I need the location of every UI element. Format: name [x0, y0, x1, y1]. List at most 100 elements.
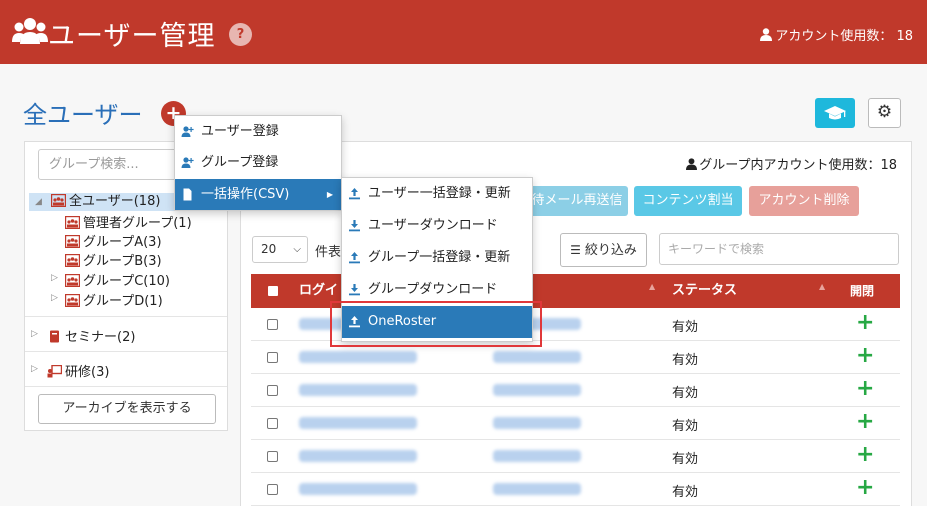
- tree-item-group-b[interactable]: グループB(3): [65, 250, 162, 269]
- keyword-search-input[interactable]: キーワードで検索: [659, 233, 899, 265]
- divider: [25, 351, 227, 352]
- divider: [25, 386, 227, 387]
- status-cell: 有効: [672, 452, 699, 467]
- expand-triangle-icon[interactable]: ▷: [31, 364, 38, 374]
- user-name-redacted: [493, 483, 581, 495]
- caret-right-icon: ▶: [326, 190, 333, 199]
- tree-item-label: グループC(10): [83, 274, 170, 289]
- upload-icon: [349, 188, 360, 200]
- resend-mail-button[interactable]: 待メール再送信: [526, 186, 628, 216]
- select-all-checkbox[interactable]: [268, 286, 278, 296]
- graduation-cap-button[interactable]: [815, 98, 855, 128]
- tree-item-seminar[interactable]: セミナー(2): [47, 326, 135, 345]
- menu-item-label: 一括操作(CSV): [201, 187, 290, 202]
- menu-item-label: ユーザー登録: [201, 124, 279, 139]
- per-page-select[interactable]: 20 ⌵: [252, 236, 308, 263]
- login-id-redacted: [299, 417, 417, 429]
- expand-plus-icon[interactable]: +: [856, 343, 874, 368]
- tree-item-group-a[interactable]: グループA(3): [65, 231, 162, 250]
- tree-item-label: 全ユーザー(18): [69, 194, 161, 209]
- book-icon: [50, 330, 59, 343]
- login-id-redacted: [299, 384, 417, 396]
- sort-icon: ▲: [819, 282, 826, 291]
- show-archive-button[interactable]: アーカイブを表示する: [38, 394, 216, 424]
- tree-item-label: グループD(1): [83, 294, 163, 309]
- user-name-redacted: [493, 384, 581, 396]
- file-icon: [183, 188, 192, 201]
- tree-item-admin-group[interactable]: 管理者グループ(1): [65, 212, 192, 231]
- delete-account-button[interactable]: アカウント削除: [749, 186, 859, 216]
- users-icon: [12, 18, 48, 44]
- expand-triangle-icon[interactable]: ▷: [51, 273, 58, 283]
- tree-item-label: セミナー(2): [65, 330, 136, 345]
- collapse-triangle-icon[interactable]: ◢: [35, 193, 42, 211]
- upload-icon: [349, 252, 360, 264]
- tree-item-training[interactable]: 研修(3): [47, 361, 109, 380]
- column-status[interactable]: ステータス: [672, 274, 737, 308]
- row-checkbox[interactable]: [267, 385, 278, 396]
- submenu-item-bulk-user-upload[interactable]: ユーザー一括登録・更新: [342, 178, 532, 210]
- status-cell: 有効: [672, 485, 699, 500]
- group-icon: [51, 194, 66, 207]
- tree-item-group-c[interactable]: グループC(10): [65, 270, 170, 289]
- menu-item-bulk-csv[interactable]: 一括操作(CSV) ▶: [175, 179, 341, 210]
- row-checkbox[interactable]: [267, 418, 278, 429]
- submenu-item-label: ユーザー一括登録・更新: [368, 186, 511, 201]
- submenu-item-label: グループダウンロード: [368, 282, 498, 297]
- menu-item-register-user[interactable]: ユーザー登録: [175, 116, 341, 147]
- submenu-item-label: グループ一括登録・更新: [368, 250, 511, 265]
- status-cell: 有効: [672, 419, 699, 434]
- user-icon: [686, 158, 698, 170]
- tree-item-group-d[interactable]: グループD(1): [65, 290, 163, 309]
- user-plus-icon: [181, 126, 194, 137]
- sort-icon: ▲: [649, 282, 656, 291]
- teacher-icon: [47, 365, 62, 378]
- group-icon: [65, 216, 80, 229]
- group-icon: [65, 254, 80, 267]
- user-icon: [760, 28, 773, 41]
- menu-item-label: グループ登録: [201, 155, 279, 170]
- tree-item-label: グループA(3): [83, 235, 162, 250]
- chevron-down-icon: ⌵: [293, 244, 301, 255]
- expand-plus-icon[interactable]: +: [856, 376, 874, 401]
- sliders-icon: ☰: [570, 243, 581, 257]
- group-account-usage-text: グループ内アカウント使用数：18: [699, 158, 897, 173]
- table-row: 有効 +: [251, 374, 900, 407]
- expand-plus-icon[interactable]: +: [856, 310, 874, 335]
- user-name-redacted: [493, 417, 581, 429]
- status-cell: 有効: [672, 320, 699, 335]
- expand-plus-icon[interactable]: +: [856, 475, 874, 500]
- tree-item-label: 管理者グループ(1): [83, 216, 192, 231]
- expand-triangle-icon[interactable]: ▷: [51, 293, 58, 303]
- assign-content-button[interactable]: コンテンツ割当: [634, 186, 742, 216]
- user-name-redacted: [493, 450, 581, 462]
- settings-button[interactable]: ⚙: [868, 98, 901, 128]
- row-checkbox[interactable]: [267, 319, 278, 330]
- login-id-redacted: [299, 351, 417, 363]
- submenu-item-bulk-group-upload[interactable]: グループ一括登録・更新: [342, 242, 532, 274]
- row-checkbox[interactable]: [267, 484, 278, 495]
- highlight-annotation: [330, 301, 542, 347]
- filter-button[interactable]: ☰ 絞り込み: [560, 233, 647, 267]
- tree-item-all-users[interactable]: ◢ 全ユーザー(18): [29, 193, 179, 211]
- login-id-redacted: [299, 483, 417, 495]
- group-account-usage: グループ内アカウント使用数：18: [686, 154, 897, 173]
- group-plus-icon: [181, 157, 194, 168]
- menu-item-register-group[interactable]: グループ登録: [175, 147, 341, 178]
- table-row: 有効 +: [251, 473, 900, 506]
- group-icon: [65, 235, 80, 248]
- help-icon[interactable]: ?: [229, 23, 252, 46]
- expand-plus-icon[interactable]: +: [856, 409, 874, 434]
- graduation-cap-icon: [824, 106, 846, 120]
- download-icon: [349, 284, 360, 296]
- column-toggle: 開閉: [850, 284, 875, 298]
- submenu-item-user-download[interactable]: ユーザーダウンロード: [342, 210, 532, 242]
- table-row: 有効 +: [251, 440, 900, 473]
- row-checkbox[interactable]: [267, 352, 278, 363]
- expand-triangle-icon[interactable]: ▷: [31, 329, 38, 339]
- expand-plus-icon[interactable]: +: [856, 442, 874, 467]
- divider: [25, 316, 227, 317]
- table-row: 有効 +: [251, 407, 900, 440]
- page-title: 全ユーザー: [23, 101, 143, 129]
- row-checkbox[interactable]: [267, 451, 278, 462]
